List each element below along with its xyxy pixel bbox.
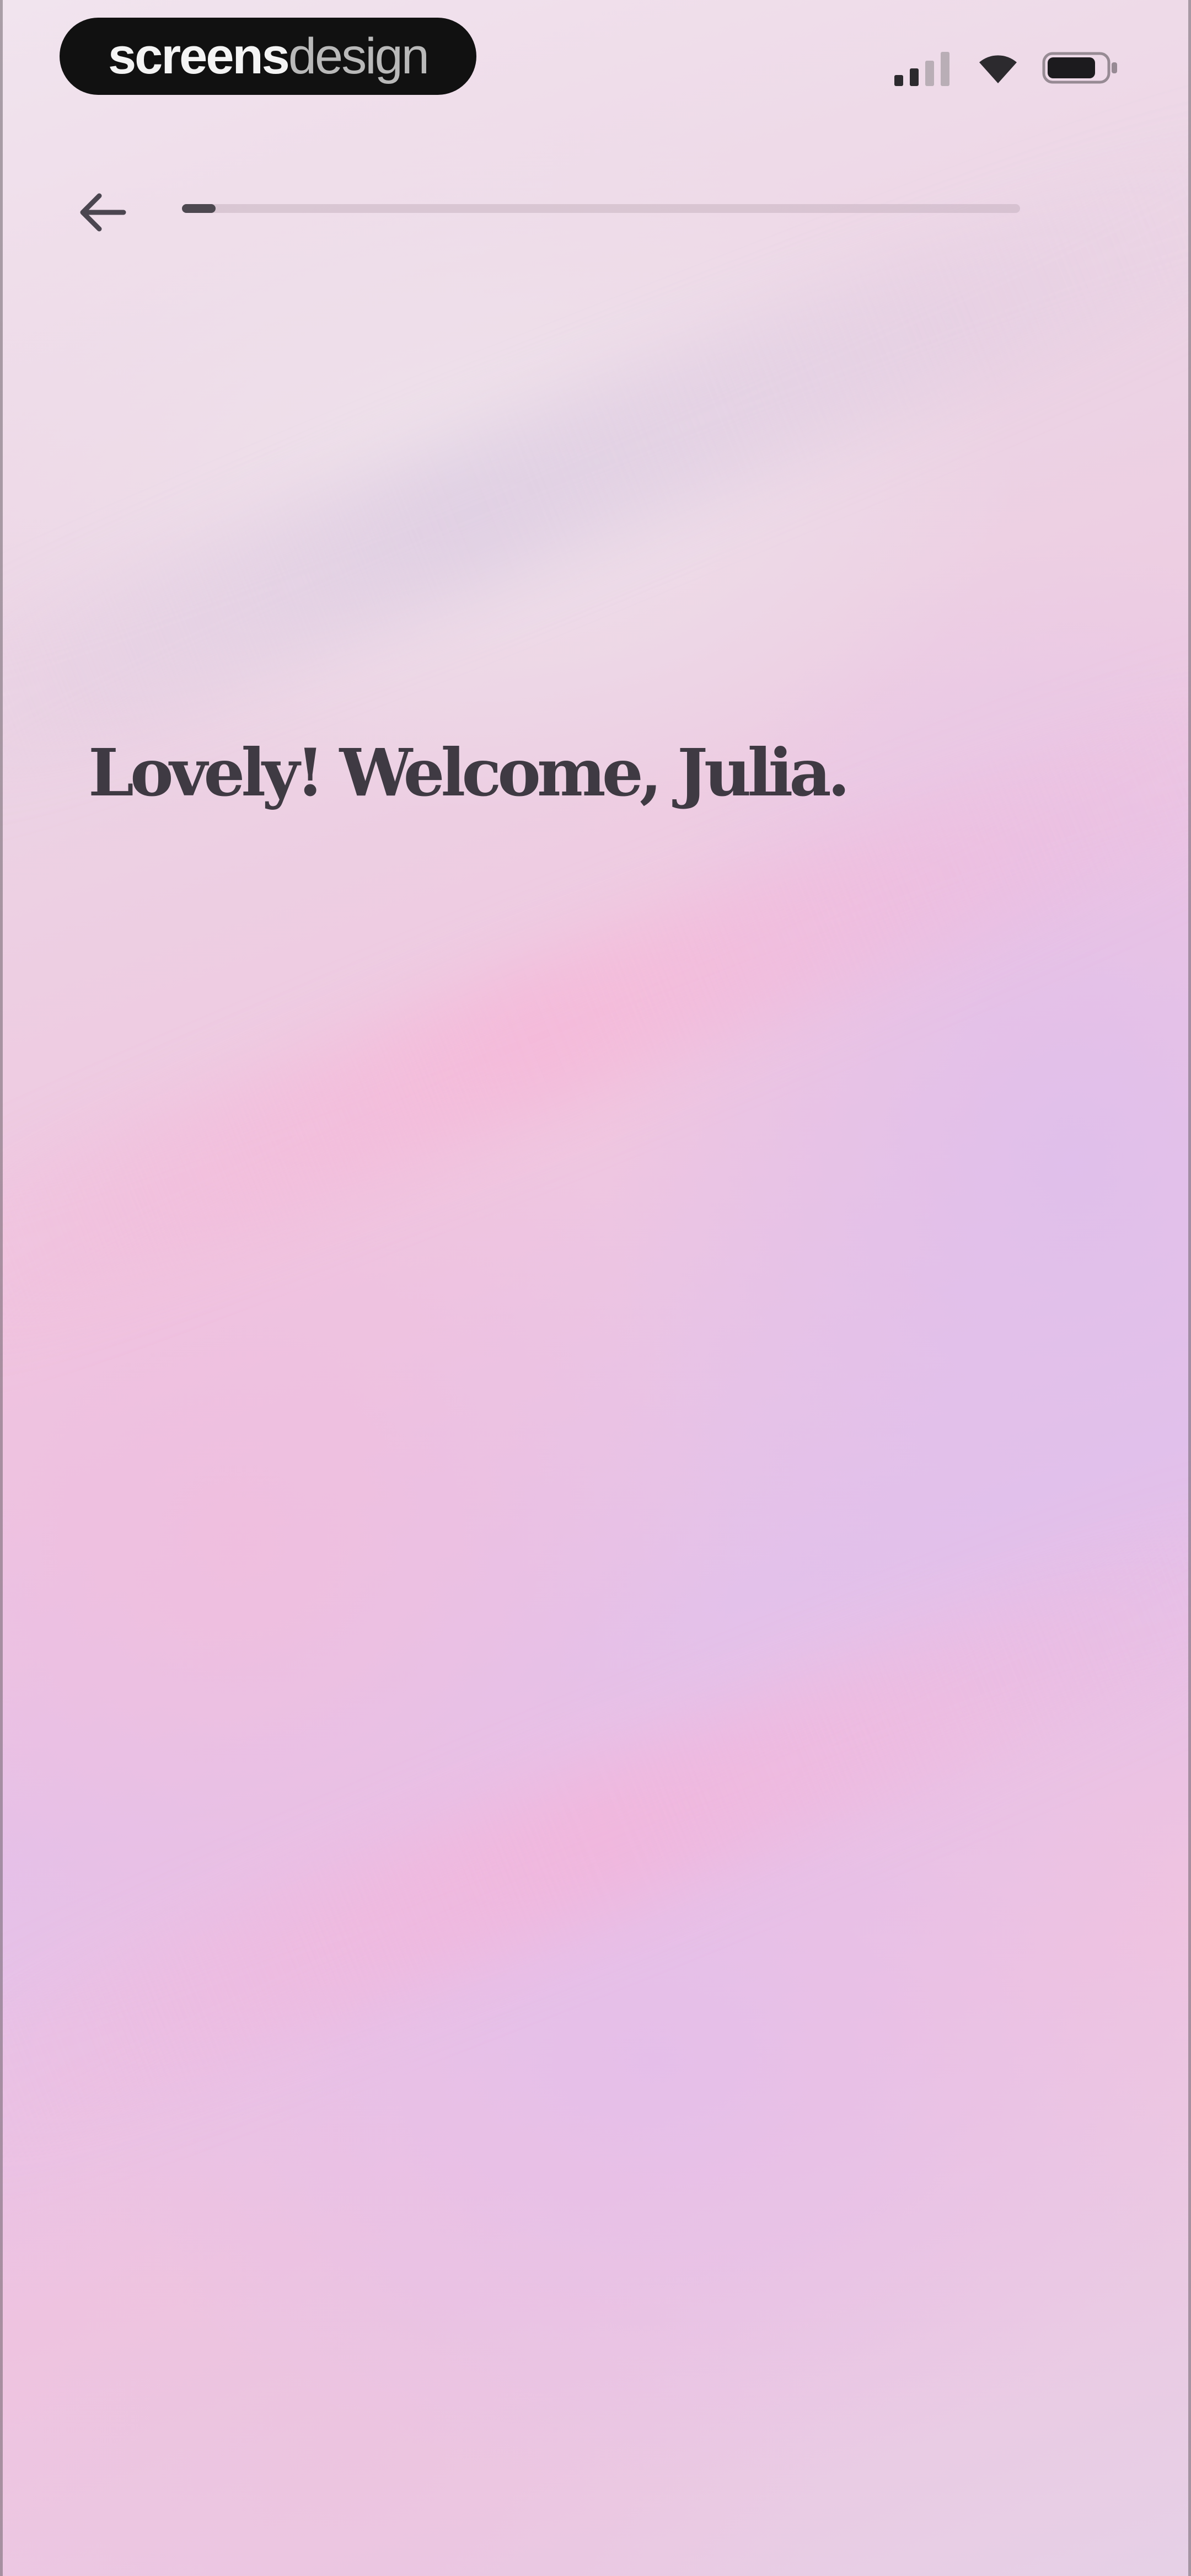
back-button[interactable] [66, 177, 138, 248]
battery-icon [1042, 52, 1117, 84]
device-frame-right [1188, 0, 1191, 2576]
progress-fill [182, 204, 216, 213]
welcome-heading: Lovely! Welcome, Julia. [88, 734, 850, 811]
onboarding-progress-bar [182, 204, 1020, 213]
status-icons [893, 49, 1119, 87]
cellular-signal-icon [894, 52, 949, 86]
watermark-bold-text: screens [108, 28, 290, 84]
screen: screens design Lovely! Welcome, Julia. [0, 0, 1191, 2576]
device-frame-left [0, 0, 3, 2576]
watermark-light-text: design [288, 28, 430, 84]
wifi-icon [979, 55, 1017, 83]
screensdesign-watermark: screens design [60, 18, 476, 95]
arrow-left-icon [80, 193, 126, 232]
